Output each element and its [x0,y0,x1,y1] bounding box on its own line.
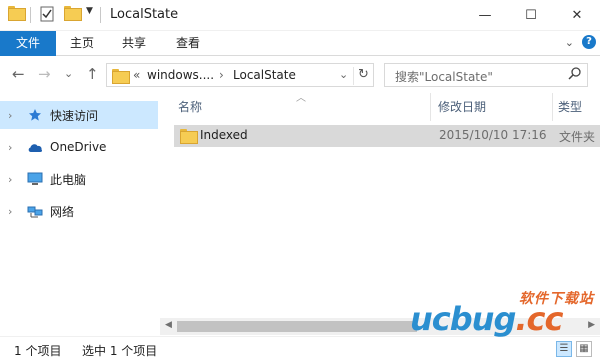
tab-home[interactable]: 主页 [56,31,108,56]
sidebar-item-this-pc[interactable]: › 此电脑 [0,165,158,193]
expand-chevron-icon[interactable]: › [8,109,22,122]
breadcrumb-item[interactable]: windows.... [147,68,214,82]
large-icons-view-icon[interactable]: ▦ [576,341,592,357]
minimize-button[interactable]: — [462,0,508,30]
sidebar-item-label: 快速访问 [50,108,99,123]
sidebar-item-label: 网络 [50,204,75,219]
star-icon [26,107,44,123]
sidebar-item-onedrive[interactable]: › OneDrive [0,133,158,161]
status-bar: 1 个项目 选中 1 个项目 ☰ ▦ [0,336,600,360]
watermark-logo: 软件下载站 ucbug.cc [398,272,600,338]
recent-locations-chevron-icon[interactable]: ⌄ [64,67,73,80]
expand-chevron-icon[interactable]: › [8,173,22,186]
sort-indicator-icon: ︿ [296,93,306,104]
watermark-brand-tld: .cc [515,300,563,338]
column-header-date[interactable]: 修改日期 [438,93,486,121]
network-icon [26,203,44,219]
tab-view[interactable]: 查看 [162,31,214,56]
properties-icon[interactable] [40,6,54,22]
folder-icon [180,129,198,144]
folder-icon [112,69,130,84]
file-row[interactable]: Indexed 2015/10/10 17:16 文件夹 [174,125,600,147]
scroll-left-arrow-icon[interactable]: ◀ [165,320,172,330]
item-count: 1 个项目 [14,344,62,358]
file-name: Indexed [200,128,248,142]
customize-toolbar-chevron-icon[interactable]: ▼ [86,6,93,16]
address-row: ← → ⌄ ↑ « windows.... › LocalState ⌄ ↻ 搜… [0,57,600,93]
refresh-button[interactable]: ↻ [353,67,373,85]
expand-chevron-icon[interactable]: › [8,141,22,154]
file-date: 2015/10/10 17:16 [439,128,547,142]
ribbon-expand-chevron-icon[interactable]: ⌄ [565,36,574,49]
back-button[interactable]: ← [12,65,25,83]
window-folder-icon[interactable] [8,6,26,21]
search-icon[interactable] [568,67,581,84]
sidebar-item-quick-access[interactable]: › 快速访问 [0,101,158,129]
column-header-name[interactable]: 名称 [178,93,202,121]
column-header-type[interactable]: 类型 [558,93,582,121]
forward-button[interactable]: → [38,65,51,83]
divider [100,7,101,23]
scroll-thumb[interactable] [177,321,417,332]
watermark-brand-name: ucbug [410,300,516,338]
breadcrumb-item[interactable]: LocalState [233,68,296,82]
address-bar[interactable]: « windows.... › LocalState ⌄ ↻ [106,63,374,87]
sidebar-item-label: OneDrive [50,140,107,154]
window-title: LocalState [110,7,179,22]
search-input[interactable]: 搜索"LocalState" [384,63,588,87]
maximize-button[interactable]: ☐ [508,0,554,30]
address-dropdown-chevron-icon[interactable]: ⌄ [339,68,348,81]
file-type: 文件夹 [559,130,596,144]
computer-icon [26,171,44,187]
expand-chevron-icon[interactable]: › [8,205,22,218]
title-bar: ▼ LocalState — ☐ ✕ [0,0,600,31]
sidebar-item-network[interactable]: › 网络 [0,197,158,225]
new-folder-icon[interactable] [64,6,82,21]
up-button[interactable]: ↑ [86,65,99,83]
close-button[interactable]: ✕ [554,0,600,30]
column-divider[interactable] [430,93,431,121]
search-placeholder: 搜索"LocalState" [395,70,493,84]
selected-count: 选中 1 个项目 [82,344,158,358]
help-icon[interactable]: ? [582,35,596,49]
details-view-icon[interactable]: ☰ [556,341,572,357]
watermark-brand: ucbug.cc [410,300,563,338]
navigation-pane: › 快速访问 › OneDrive › 此电脑 › 网络 [0,93,160,336]
breadcrumb-separator-icon[interactable]: › [219,68,224,82]
cloud-icon [26,139,44,155]
breadcrumb-overflow[interactable]: « [133,68,140,82]
sidebar-item-label: 此电脑 [50,172,87,187]
column-divider[interactable] [552,93,553,121]
divider [30,7,31,23]
tab-file[interactable]: 文件 [0,31,56,56]
ribbon: 文件 主页 共享 查看 ⌄ ? [0,31,600,56]
tab-share[interactable]: 共享 [108,31,160,56]
